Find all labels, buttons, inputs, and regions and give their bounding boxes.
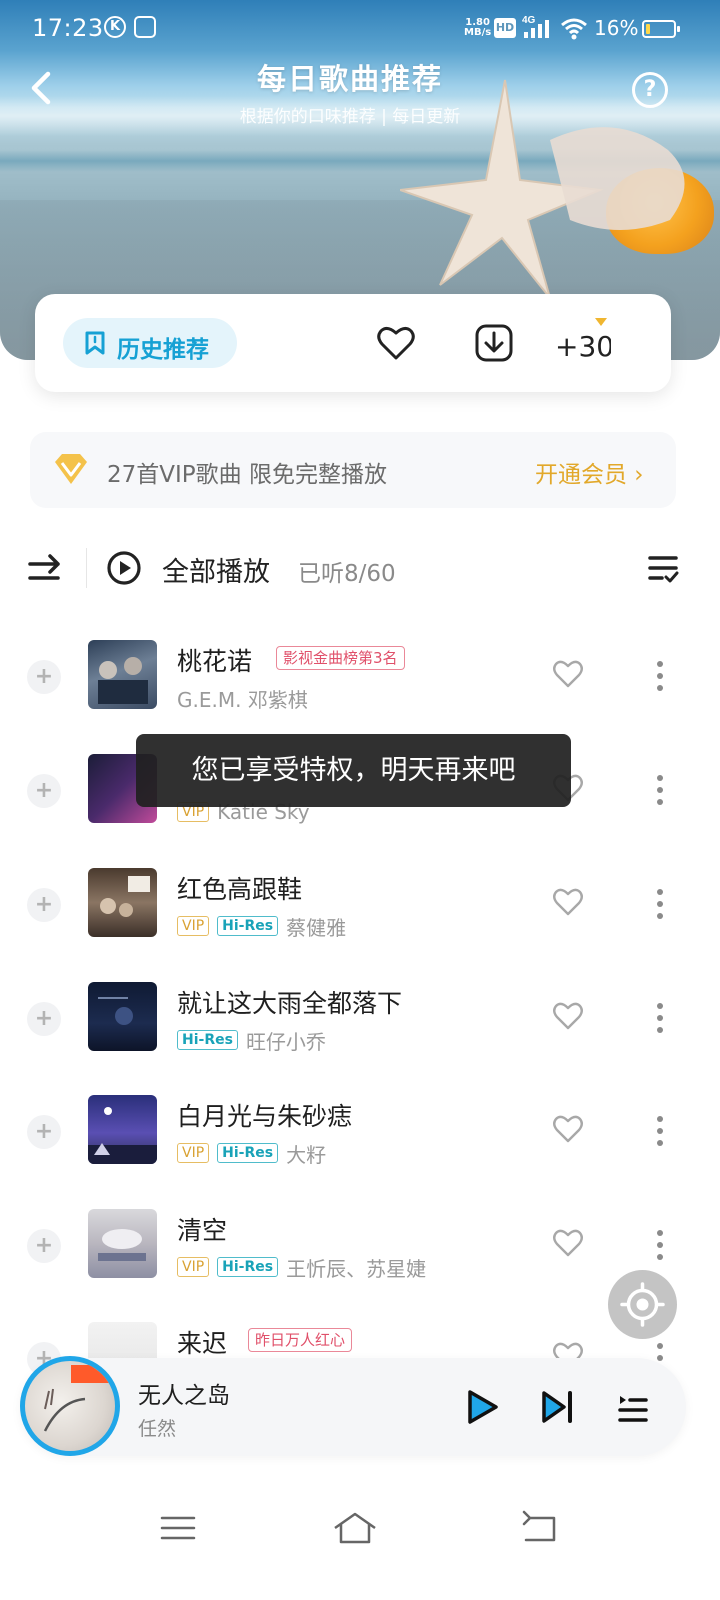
battery-percent: 16% (594, 16, 639, 40)
song-artist: 蔡健雅 (286, 915, 347, 940)
song-cover (88, 868, 157, 937)
playlist-icon[interactable] (616, 1388, 650, 1426)
rank-tag: 影视金曲榜第3名 (276, 646, 405, 670)
mini-player-cover[interactable] (20, 1356, 120, 1456)
song-artist: 大籽 (286, 1142, 327, 1167)
like-all-button[interactable] (375, 322, 417, 364)
k-app-icon: K (104, 16, 126, 38)
song-row[interactable]: + 白月光与朱砂痣 VIP Hi-Res 大籽 (0, 1095, 720, 1209)
hires-tag: Hi-Res (217, 916, 279, 936)
network-speed-unit: MB/s (464, 27, 492, 38)
mini-player[interactable]: 无人之岛 任然 (20, 1356, 686, 1456)
song-cover (88, 982, 157, 1051)
open-membership-link[interactable]: 开通会员 › (535, 455, 644, 489)
add-song-button[interactable]: + (27, 774, 61, 808)
song-artist: G.E.M. 邓紫棋 (177, 687, 308, 712)
home-icon[interactable] (332, 1508, 378, 1548)
status-bar: 17:23 K 1.80 MB/s HD 4G 16% (0, 0, 720, 58)
more-vertical-icon[interactable] (652, 658, 668, 694)
history-recommend-label: 历史推荐 (117, 337, 209, 363)
more-vertical-icon[interactable] (652, 1227, 668, 1263)
add-song-button[interactable]: + (27, 1115, 61, 1149)
more-vertical-icon[interactable] (652, 886, 668, 922)
sort-list-icon[interactable] (646, 552, 680, 586)
divider (86, 548, 87, 588)
network-speed: 1.80 MB/s (464, 18, 491, 38)
song-artist: 王忻辰、苏星婕 (286, 1256, 427, 1281)
heart-icon[interactable] (552, 1000, 584, 1032)
mini-player-artist: 任然 (138, 1418, 177, 1440)
vip-tag: VIP (177, 1257, 210, 1277)
song-row[interactable]: + 就让这大雨全都落下 Hi-Res 旺仔小乔 (0, 982, 720, 1096)
page-subtitle: 根据你的口味推荐 | 每日更新 (239, 107, 461, 127)
song-meta: VIP Hi-Res 蔡健雅 (177, 912, 346, 940)
listened-count: 已听8/60 (298, 561, 396, 587)
song-meta: G.E.M. 邓紫棋 (177, 684, 308, 712)
battery-level-fill (646, 24, 650, 34)
bookmark-icon (85, 331, 105, 355)
song-title: 来迟 (177, 1329, 228, 1358)
target-icon (620, 1282, 665, 1327)
toast-message: 您已享受特权，明天再来吧 (136, 734, 571, 807)
play-icon[interactable] (464, 1388, 500, 1426)
song-cover (88, 640, 157, 709)
status-time: 17:23 (32, 14, 104, 42)
hires-tag: Hi-Res (217, 1257, 279, 1277)
battery-icon (642, 20, 680, 38)
more-vertical-icon[interactable] (652, 1113, 668, 1149)
action-card: 历史推荐 +30 (35, 294, 671, 392)
heart-icon[interactable] (552, 886, 584, 918)
app-notification-icon (134, 16, 156, 38)
song-meta: Hi-Res 旺仔小乔 (177, 1026, 326, 1054)
system-nav-bar (0, 1480, 720, 1600)
next-icon[interactable] (540, 1388, 576, 1426)
add-song-button[interactable]: + (27, 1002, 61, 1036)
song-title: 清空 (177, 1216, 228, 1245)
hot-tag: 昨日万人红心 (248, 1328, 353, 1352)
vip-tag: VIP (177, 1143, 210, 1163)
vip-banner[interactable]: 27首VIP歌曲 限免完整播放 开通会员 › (30, 432, 676, 508)
song-title: 就让这大雨全都落下 (177, 989, 403, 1018)
page-title: 每日歌曲推荐 (256, 62, 443, 96)
add-song-button[interactable]: + (27, 888, 61, 922)
song-row[interactable]: + 红色高跟鞋 VIP Hi-Res 蔡健雅 (0, 868, 720, 982)
play-controls: 全部播放 已听8/60 (0, 540, 720, 600)
svg-text:+30: +30 (555, 330, 611, 363)
svg-text:4G: 4G (522, 15, 536, 26)
back-nav-icon[interactable] (520, 1508, 560, 1548)
mini-player-title: 无人之岛 (138, 1383, 230, 1409)
download-button[interactable] (473, 322, 515, 364)
heart-icon[interactable] (552, 658, 584, 690)
song-meta: VIP Hi-Res 王忻辰、苏星婕 (177, 1253, 426, 1281)
signal-icon: 4G (522, 15, 549, 38)
menu-icon[interactable] (158, 1508, 198, 1548)
heart-icon[interactable] (552, 1227, 584, 1259)
diamond-icon (55, 454, 87, 484)
history-recommend-button[interactable]: 历史推荐 (63, 318, 237, 368)
help-button[interactable]: ? (632, 72, 668, 108)
song-cover (88, 1095, 157, 1164)
add-song-button[interactable]: + (27, 660, 61, 694)
plus30-songs-button[interactable]: +30 (555, 316, 611, 366)
song-meta: VIP Hi-Res 大籽 (177, 1139, 326, 1167)
more-vertical-icon[interactable] (652, 1000, 668, 1036)
hd-icon: HD (494, 18, 516, 38)
add-song-button[interactable]: + (27, 1229, 61, 1263)
vip-banner-text: 27首VIP歌曲 限免完整播放 (107, 462, 387, 488)
floating-locate-button[interactable] (608, 1270, 677, 1339)
vip-tag: VIP (177, 916, 210, 936)
song-artist: 旺仔小乔 (245, 1029, 326, 1054)
hires-tag: Hi-Res (217, 1143, 279, 1163)
hires-tag: Hi-Res (177, 1030, 238, 1050)
more-vertical-icon[interactable] (652, 772, 668, 808)
song-title: 白月光与朱砂痣 (177, 1102, 353, 1131)
shuffle-icon[interactable] (28, 552, 62, 588)
play-circle-icon[interactable] (106, 550, 142, 586)
heart-icon[interactable] (552, 1113, 584, 1145)
wifi-icon (561, 18, 587, 40)
play-all-button[interactable]: 全部播放 (162, 550, 270, 589)
song-title: 桃花诺 (177, 647, 253, 676)
song-cover (88, 1209, 157, 1278)
song-title: 红色高跟鞋 (177, 875, 303, 904)
